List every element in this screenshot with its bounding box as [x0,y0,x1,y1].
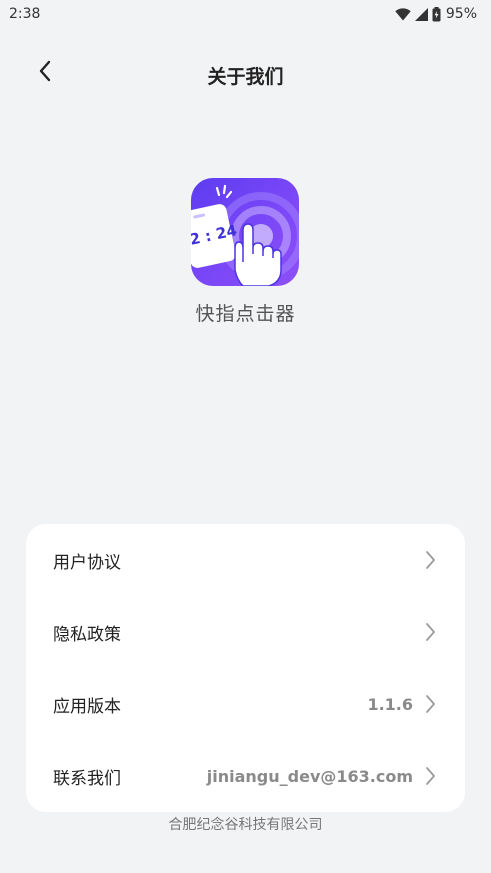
row-label: 隐私政策 [53,624,121,645]
version-value: 1.1.6 [367,694,413,714]
battery-icon [432,6,441,22]
user-agreement-row[interactable]: 用户协议 [26,524,465,596]
chevron-right-icon [423,766,437,786]
app-version-row[interactable]: 应用版本 1.1.6 [26,668,465,740]
status-time: 2:38 [9,6,41,22]
battery-percent: 95% [445,6,477,22]
settings-card: 用户协议 隐私政策 应用版本 1.1.6 联系我们 jiniangu_dev@1… [26,524,465,812]
status-icons: 95% [395,6,477,22]
header: 关于我们 [0,50,491,98]
status-bar: 2:38 95% [0,0,491,28]
signal-icon [414,7,428,21]
row-label: 用户协议 [53,552,121,573]
company-name: 合肥纪念谷科技有限公司 [168,817,323,833]
row-label: 应用版本 [53,696,121,717]
app-icon: 2 : 24 [191,178,299,286]
app-name: 快指点击器 [195,303,296,325]
contact-email: jiniangu_dev@163.com [206,766,413,786]
chevron-right-icon [423,622,437,642]
chevron-right-icon [423,694,437,714]
chevron-right-icon [423,550,437,570]
row-label: 联系我们 [53,768,121,789]
privacy-policy-row[interactable]: 隐私政策 [26,596,465,668]
wifi-icon [395,7,411,21]
contact-us-row[interactable]: 联系我们 jiniangu_dev@163.com [26,740,465,812]
page-title: 关于我们 [207,66,284,88]
